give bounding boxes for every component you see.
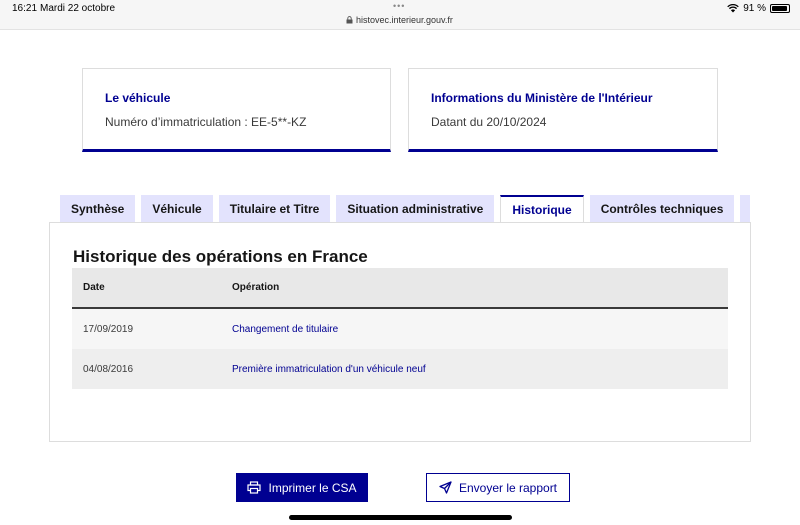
history-title: Historique des opérations en France: [73, 247, 368, 266]
vehicle-card: Le véhicule Numéro d’immatriculation : E…: [82, 68, 391, 152]
tab-titulaire-et-titre[interactable]: Titulaire et Titre: [218, 195, 331, 223]
multitask-dots-icon[interactable]: •••: [393, 1, 405, 11]
row-operation-cell: Première immatriculation d'un véhicule n…: [232, 364, 728, 375]
operation-link[interactable]: Changement de titulaire: [232, 324, 338, 335]
tab-historique[interactable]: Historique: [500, 195, 584, 223]
row-date: 04/08/2016: [83, 363, 134, 375]
status-indicators: 91 %: [727, 3, 790, 14]
tab-vehicule[interactable]: Véhicule: [141, 195, 213, 223]
ministry-card-title: Informations du Ministère de l'Intérieur: [431, 91, 653, 105]
address-bar[interactable]: histovec.interieur.gouv.fr: [346, 15, 453, 25]
ministry-date: Datant du 20/10/2024: [431, 115, 547, 129]
column-header-operation: Opération: [232, 282, 280, 293]
table-row: 17/09/2019 Changement de titulaire: [72, 309, 728, 349]
battery-percent: 91 %: [743, 3, 766, 14]
operation-link[interactable]: Première immatriculation d'un véhicule n…: [232, 364, 426, 375]
column-header-date: Date: [83, 282, 105, 293]
wifi-icon: [727, 4, 739, 13]
tab-bar: Synthèse Véhicule Titulaire et Titre Situat…: [60, 195, 750, 223]
home-indicator[interactable]: [289, 515, 512, 520]
lock-icon: [346, 16, 353, 24]
status-time: 16:21: [12, 3, 38, 14]
address-bar-url: histovec.interieur.gouv.fr: [356, 15, 453, 25]
row-operation-cell: Changement de titulaire: [232, 324, 728, 335]
print-csa-label: Imprimer le CSA: [268, 480, 357, 495]
table-body: 17/09/2019 Changement de titulaire 04/08/2…: [72, 309, 728, 389]
row-date: 17/09/2019: [83, 323, 134, 335]
tab-kilometrage[interactable]: Kilométrage: [740, 195, 750, 223]
tab-controles-techniques[interactable]: Contrôles techniques: [589, 195, 735, 223]
table-row: 04/08/2016 Première immatriculation d'un …: [72, 349, 728, 389]
vehicle-card-title: Le véhicule: [105, 91, 171, 105]
tab-situation-administrative[interactable]: Situation administrative: [336, 195, 495, 223]
ministry-card: Informations du Ministère de l'Intérieur…: [408, 68, 718, 152]
print-csa-button[interactable]: Imprimer le CSA: [236, 473, 368, 502]
battery-icon: [770, 4, 790, 13]
status-bar: 16:21 Mardi 22 octobre ••• histovec.inte…: [0, 0, 800, 30]
vehicle-registration: Numéro d’immatriculation : EE-5**-KZ: [105, 115, 307, 129]
printer-icon: [247, 481, 262, 494]
battery-fill: [772, 6, 787, 11]
send-report-button[interactable]: Envoyer le rapport: [426, 473, 570, 502]
send-report-label: Envoyer le rapport: [458, 480, 558, 495]
table-header: Date Opération: [72, 268, 728, 309]
status-date: Mardi 22 octobre: [40, 3, 116, 14]
history-panel: Historique des opérations en France Date…: [49, 222, 751, 442]
history-table: Date Opération 17/09/2019 Changement de t…: [72, 268, 728, 389]
tab-synthese[interactable]: Synthèse: [60, 195, 136, 223]
send-icon: [439, 481, 452, 494]
